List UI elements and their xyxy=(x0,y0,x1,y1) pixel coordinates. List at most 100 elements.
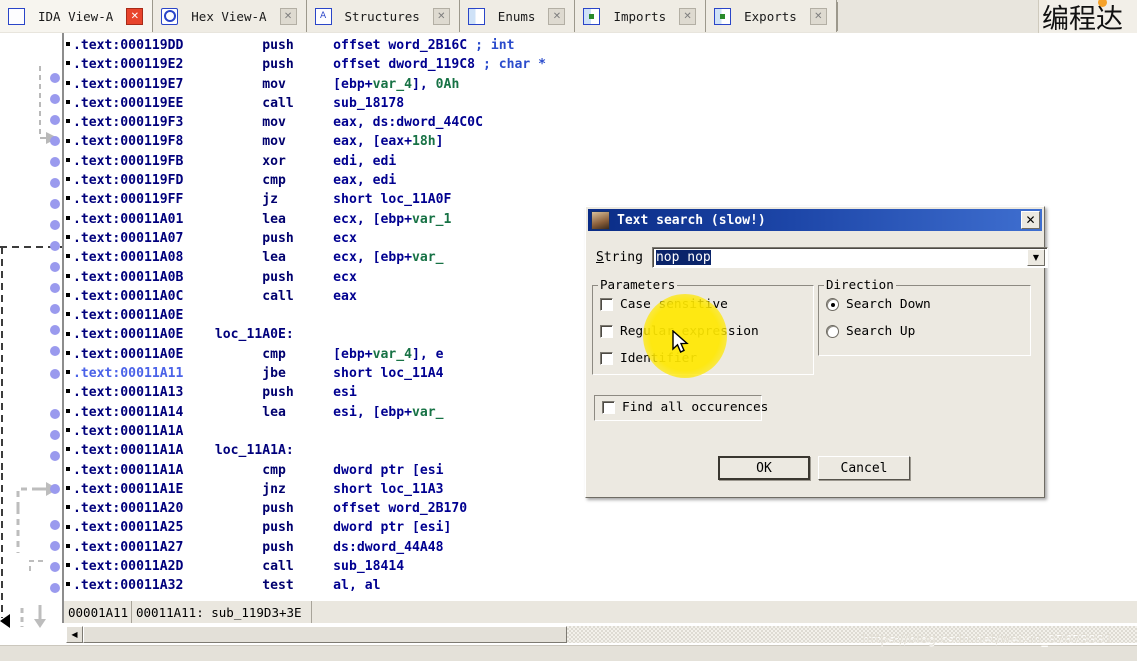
disasm-line[interactable]: .text:000119F8 mov eax, [eax+18h] xyxy=(73,132,1133,151)
tab-structures[interactable]: A Structures ✕ xyxy=(306,0,460,32)
disasm-line[interactable]: .text:00011A20 push offset word_2B170 xyxy=(73,499,1133,518)
direction-group-title: Direction xyxy=(824,277,896,292)
disasm-label[interactable]: loc_11A0E: xyxy=(215,327,294,342)
disasm-address: .text:000119EE xyxy=(73,95,215,111)
dialog-title: Text search (slow!) xyxy=(617,212,766,228)
radio-search-down[interactable]: Search Down xyxy=(826,297,931,312)
line-marker-dot xyxy=(66,119,70,124)
radio-icon[interactable] xyxy=(826,325,839,338)
line-marker-dot xyxy=(66,80,70,85)
chinese-overlay-text: 编程达 xyxy=(1038,0,1137,33)
disasm-variable: var_1 xyxy=(412,211,452,227)
line-marker-dot xyxy=(66,61,70,66)
disasm-operands: sub_18414 xyxy=(333,559,405,575)
disasm-operands: ecx, [ebp+var_ xyxy=(333,250,444,266)
disasm-gap xyxy=(215,578,262,593)
search-string-combobox[interactable]: nop nop ▼ xyxy=(651,247,1048,268)
disasm-mnemonic: cmp xyxy=(262,462,334,478)
disasm-line[interactable]: .text:00011A2D call sub_18414 xyxy=(73,557,1133,576)
disasm-operands: edi, edi xyxy=(333,153,397,169)
disasm-comment: ; char * xyxy=(475,57,547,73)
checkbox-find-all-occurences[interactable]: Find all occurences xyxy=(602,400,768,415)
radio-search-up[interactable]: Search Up xyxy=(826,324,915,339)
disasm-operands: sub_18178 xyxy=(333,95,405,111)
disasm-line[interactable]: .text:000119E2 push offset dword_119C8 ;… xyxy=(73,55,1133,74)
checkbox-label: Identifier xyxy=(620,351,698,366)
checkbox-icon[interactable] xyxy=(600,298,613,311)
disasm-mnemonic: push xyxy=(262,38,334,53)
scrollbar-thumb[interactable] xyxy=(83,626,567,643)
disasm-line[interactable]: .text:000119EE call sub_18178 xyxy=(73,94,1133,113)
disasm-operands: ecx, [ebp+var_1 xyxy=(333,211,452,227)
disasm-address: .text:000119F3 xyxy=(73,115,215,131)
line-marker-column xyxy=(64,33,73,601)
disasm-mnemonic: jnz xyxy=(262,481,334,497)
disasm-gap xyxy=(215,559,262,574)
disasm-address: .text:000119FF xyxy=(73,192,215,208)
disasm-number: 0Ah xyxy=(435,76,460,92)
disasm-line[interactable]: .text:00011A32 test al, al xyxy=(73,576,1133,595)
cancel-button[interactable]: Cancel xyxy=(818,456,910,480)
disasm-gap xyxy=(215,96,262,111)
line-marker-dot xyxy=(66,543,70,548)
disasm-line[interactable]: .text:00011A27 push ds:dword_44A48 xyxy=(73,538,1133,557)
dialog-title-bar[interactable]: Text search (slow!) ✕ xyxy=(588,209,1042,231)
scrollbar-track[interactable] xyxy=(567,626,1137,643)
checkbox-icon[interactable] xyxy=(600,352,613,365)
disasm-operands: eax, [eax+18h] xyxy=(333,134,444,150)
scroll-left-arrow-icon[interactable]: ◀ xyxy=(66,626,83,643)
tab-imports[interactable]: Imports ✕ xyxy=(575,0,707,32)
chevron-down-icon[interactable]: ▼ xyxy=(1026,249,1045,266)
disasm-operands: offset word_2B170 xyxy=(333,501,468,517)
tab-exports[interactable]: Exports ✕ xyxy=(706,0,837,32)
disasm-operands: offset dword_119C8 xyxy=(333,57,476,73)
checkbox-icon[interactable] xyxy=(600,325,613,338)
tab-close-icon[interactable]: ✕ xyxy=(126,7,144,25)
disasm-mnemonic: call xyxy=(262,559,334,575)
disasm-operands: esi xyxy=(333,385,357,401)
checkbox-regular-expression[interactable]: Regular expression xyxy=(600,324,759,339)
disasm-address: .text:00011A25 xyxy=(73,520,215,536)
tab-close-icon[interactable]: ✕ xyxy=(679,7,697,25)
disasm-line[interactable]: .text:000119DD push offset word_2B16C ; … xyxy=(73,36,1133,55)
checkbox-icon[interactable] xyxy=(602,401,615,414)
disasm-line[interactable]: .text:000119FD cmp eax, edi xyxy=(73,171,1133,190)
disasm-line[interactable]: .text:000119E7 mov [ebp+var_4], 0Ah xyxy=(73,75,1133,94)
disasm-line[interactable]: .text:00011A25 push dword ptr [esi] xyxy=(73,518,1133,537)
tab-close-icon[interactable]: ✕ xyxy=(432,7,450,25)
disasm-gap xyxy=(215,192,262,207)
tab-enums[interactable]: Enums ✕ xyxy=(459,0,576,32)
disasm-variable: var_ xyxy=(412,250,444,266)
tab-close-icon[interactable]: ✕ xyxy=(548,7,566,25)
disasm-gap xyxy=(215,540,262,555)
flow-arrow-graphics xyxy=(0,66,62,628)
tab-ida-view-a[interactable]: IDA View-A ✕ xyxy=(0,0,154,32)
ok-button[interactable]: OK xyxy=(718,456,810,480)
tab-hex-view-a[interactable]: Hex View-A ✕ xyxy=(153,0,307,32)
disasm-line[interactable]: .text:000119FB xor edi, edi xyxy=(73,152,1133,171)
close-icon[interactable]: ✕ xyxy=(1021,211,1040,229)
disasm-gap xyxy=(215,482,262,497)
disasm-label[interactable]: loc_11A1A: xyxy=(215,443,294,458)
disasm-mnemonic: lea xyxy=(262,211,334,227)
disasm-line[interactable]: .text:000119F3 mov eax, ds:dword_44C0C xyxy=(73,113,1133,132)
tab-close-icon[interactable]: ✕ xyxy=(279,7,297,25)
disasm-gap xyxy=(215,347,262,362)
line-marker-dot xyxy=(66,466,70,471)
horizontal-scrollbar[interactable]: ◀ xyxy=(66,625,1137,644)
disasm-address: .text:00011A0E xyxy=(73,346,215,362)
checkbox-label: Find all occurences xyxy=(622,400,769,415)
radio-label: Search Down xyxy=(846,297,931,312)
disasm-gap xyxy=(215,250,262,265)
disasm-gap xyxy=(215,115,262,130)
flow-dot-group xyxy=(50,73,60,593)
disasm-mnemonic: cmp xyxy=(262,346,334,362)
line-marker-dot xyxy=(66,582,70,587)
search-input[interactable]: nop nop xyxy=(653,250,1027,265)
disasm-mnemonic: push xyxy=(262,57,334,73)
disasm-variable: var_4 xyxy=(372,76,413,92)
tab-close-icon[interactable]: ✕ xyxy=(809,7,827,25)
checkbox-case-sensitive[interactable]: Case sensitive xyxy=(600,297,728,312)
radio-icon[interactable] xyxy=(826,298,839,311)
checkbox-identifier[interactable]: Identifier xyxy=(600,351,697,366)
